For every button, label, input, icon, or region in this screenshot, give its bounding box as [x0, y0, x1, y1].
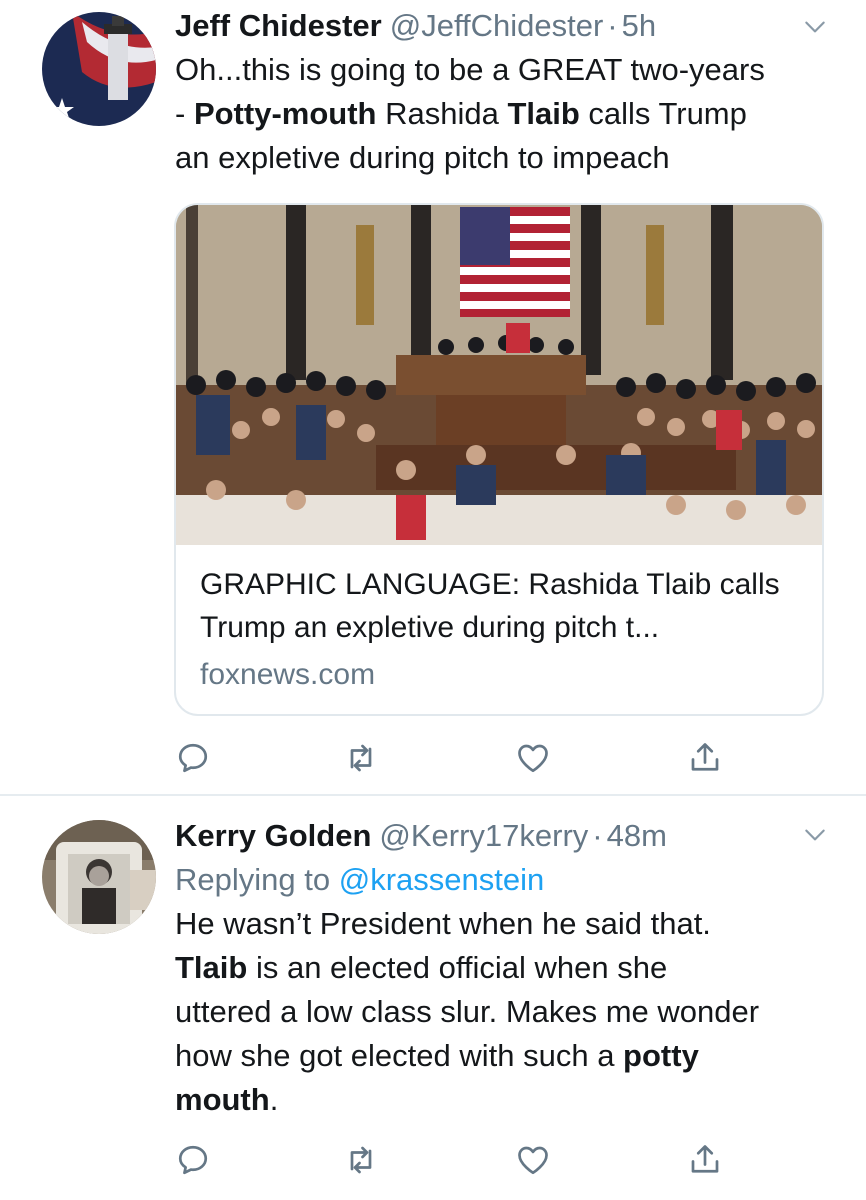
separator: · [607, 8, 618, 43]
replying-to: Replying to @krassenstein [175, 858, 830, 902]
bold-keyword: Tlaib [175, 950, 248, 985]
tweet[interactable]: Kerry Golden @Kerry17kerry · 48m Replyin… [0, 796, 866, 1200]
avatar[interactable] [42, 820, 156, 934]
separator: · [592, 818, 603, 853]
like-button[interactable] [515, 1142, 555, 1182]
bold-keyword: Potty-mouth [193, 96, 377, 131]
retweet-icon [350, 744, 372, 772]
text-fragment: - [175, 96, 194, 131]
tweet-text-line: Oh...this is going to be a GREAT two-yea… [175, 52, 765, 87]
tweet-text-line: - Potty-mouth Rashida Tlaib calls Trump [175, 92, 830, 136]
author-name[interactable]: Kerry Golden [175, 814, 371, 858]
text-fragment: how she got elected with such a [175, 1038, 624, 1073]
reply-icon [178, 743, 208, 773]
chevron-down-icon[interactable] [802, 14, 828, 40]
flag [460, 207, 570, 317]
tweet-content: Kerry Golden @Kerry17kerry · 48m Replyin… [175, 814, 830, 1122]
heart-icon [518, 1146, 548, 1175]
share-button[interactable] [687, 740, 727, 780]
like-button[interactable] [515, 740, 555, 780]
mention-link[interactable]: @krassenstein [339, 862, 545, 897]
avatar[interactable] [42, 12, 156, 126]
bold-keyword: mouth [175, 1082, 270, 1117]
heart-icon [518, 744, 548, 773]
text-fragment: Rashida [376, 96, 508, 131]
timestamp[interactable]: 48m [607, 814, 667, 858]
bold-keyword: potty [623, 1038, 699, 1073]
author-handle[interactable]: @JeffChidester [390, 4, 604, 48]
retweet-icon [350, 1146, 372, 1174]
share-button[interactable] [687, 1142, 727, 1182]
retweet-button[interactable] [343, 1142, 383, 1182]
tweet-text-line: mouth. [175, 1078, 830, 1122]
text-fragment: . [269, 1082, 279, 1117]
author-name[interactable]: Jeff Chidester [175, 4, 382, 48]
tweet-text: Oh...this is going to be a GREAT two-yea… [175, 48, 830, 180]
tweet-text-line: Tlaib is an elected official when she [175, 946, 830, 990]
card-title[interactable]: GRAPHIC LANGUAGE: Rashida Tlaib calls Tr… [200, 563, 798, 649]
article-image[interactable] [176, 205, 822, 545]
tweet-actions [175, 740, 735, 780]
tweet-text: He wasn’t President when he said that. T… [175, 902, 830, 1122]
timestamp[interactable]: 5h [622, 4, 656, 48]
share-icon [691, 1145, 719, 1173]
chevron-down-icon[interactable] [802, 822, 828, 848]
tweet-text-line: He wasn’t President when he said that. [175, 906, 711, 941]
author-handle[interactable]: @Kerry17kerry [379, 814, 588, 858]
card-domain: foxnews.com [200, 658, 376, 691]
tweet-text-line: how she got elected with such a potty [175, 1034, 830, 1078]
reply-icon [178, 1145, 208, 1175]
tweet-actions [175, 1142, 735, 1182]
tweet-text-line: an expletive during pitch to impeach [175, 140, 670, 175]
text-fragment: calls Trump [579, 96, 747, 131]
tweet[interactable]: Jeff Chidester @JeffChidester · 5h Oh...… [0, 0, 866, 795]
tweet-text-line: uttered a low class slur. Makes me wonde… [175, 994, 760, 1029]
bold-keyword: Tlaib [507, 96, 580, 131]
tweet-content: Jeff Chidester @JeffChidester · 5h Oh...… [175, 4, 830, 180]
tweet-header: Jeff Chidester @JeffChidester · 5h [175, 4, 830, 48]
reply-button[interactable] [175, 740, 215, 780]
link-card[interactable]: GRAPHIC LANGUAGE: Rashida Tlaib calls Tr… [174, 203, 824, 716]
retweet-button[interactable] [343, 740, 383, 780]
text-fragment: is an elected official when she [247, 950, 668, 985]
tweet-header: Kerry Golden @Kerry17kerry · 48m [175, 814, 830, 858]
share-icon [691, 743, 719, 771]
replying-prefix: Replying to [175, 862, 339, 897]
reply-button[interactable] [175, 1142, 215, 1182]
